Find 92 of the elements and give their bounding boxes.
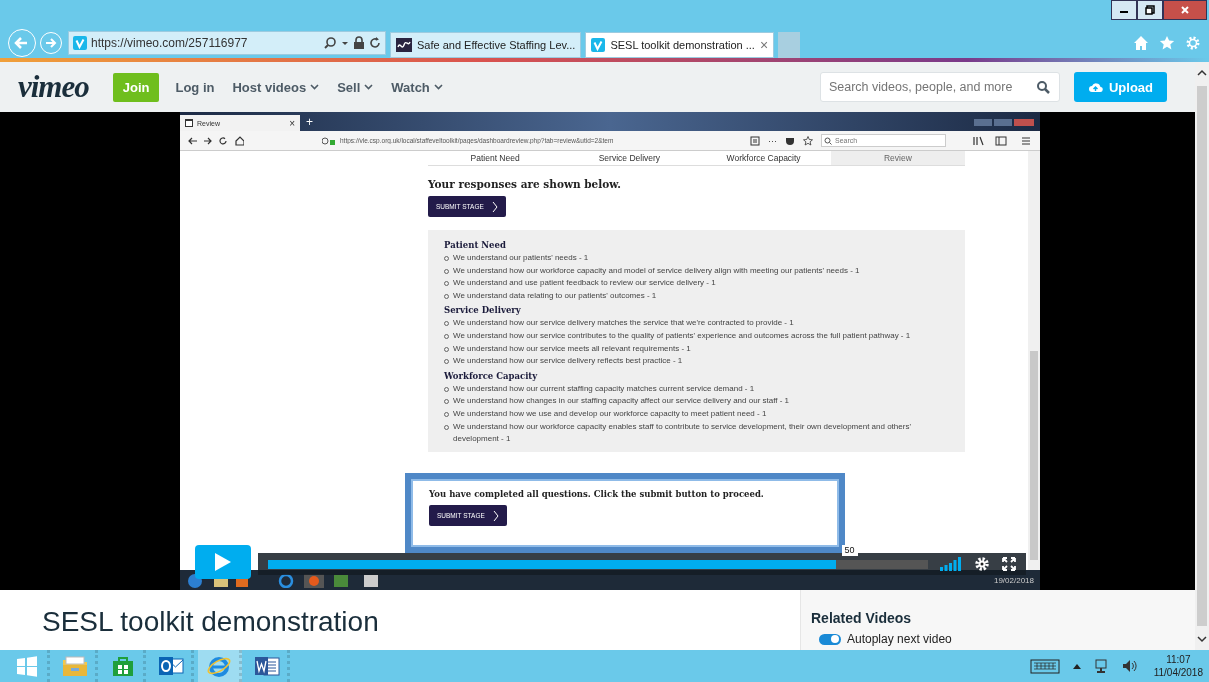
- page-tab[interactable]: Service Delivery: [562, 151, 697, 165]
- section-heading: Patient Need: [444, 239, 507, 252]
- autoplay-label: Autoplay next video: [847, 632, 952, 646]
- tab-title: Safe and Effective Staffing Lev...: [417, 39, 576, 51]
- browser-app-icon: [205, 654, 232, 678]
- forward-arrow-icon: [44, 36, 58, 50]
- response-item: We understand how our current staffing capacity matches current service demand - 1: [453, 382, 755, 395]
- volume-icon[interactable]: [940, 557, 962, 571]
- network-icon[interactable]: [1093, 658, 1110, 674]
- clock-time: 11:07: [1166, 653, 1191, 666]
- settings-icon[interactable]: [974, 556, 990, 572]
- autoplay-toggle[interactable]: [819, 633, 841, 645]
- reader-view-icon[interactable]: [750, 135, 760, 146]
- notice-text: You have completed all questions. Click the submit button to proceed.: [429, 489, 765, 499]
- search-field[interactable]: Search videos, people, and more: [819, 72, 1060, 102]
- nav-link[interactable]: Log in: [173, 79, 217, 95]
- close-button[interactable]: [1163, 0, 1207, 20]
- document-app-icon: [253, 655, 280, 677]
- tab-title: SESL toolkit demonstration ...: [610, 39, 755, 51]
- chevron-right-icon: [492, 509, 499, 522]
- response-item: We understand how our workforce capacity and model of service delivery align with meeting our patients' needs - 1: [453, 264, 860, 277]
- response-item: We understand how our service contributes to the quality of patients' experience and outcomes across the full patient pathway - 1: [453, 329, 911, 342]
- response-item: We understand how our service delivery reflects best practice - 1: [453, 355, 683, 368]
- chevron-down-icon: [433, 84, 443, 90]
- chevron-right-icon: [491, 200, 498, 213]
- refresh-icon[interactable]: [369, 36, 381, 50]
- navigation-icons-drawing[interactable]: [188, 135, 244, 146]
- clock-date: 19/02/2018: [993, 575, 1034, 585]
- chevron-down-icon: [310, 84, 320, 90]
- browser-tab[interactable]: SESL toolkit demonstration ... ×: [585, 32, 775, 58]
- response-item: We understand and use patient feedback to review our service delivery - 1: [453, 277, 716, 290]
- search-icon: [824, 136, 832, 145]
- video-title: SESL toolkit demonstration: [41, 605, 380, 639]
- new-tab-button[interactable]: +: [306, 115, 313, 129]
- page-icon: [185, 119, 193, 127]
- folder-icon: [61, 655, 88, 677]
- cloud-upload-icon: [1087, 81, 1103, 93]
- scroll-up-icon[interactable]: [1196, 68, 1208, 78]
- response-item: We understand data relating to our patients' outcomes - 1: [453, 289, 657, 302]
- tab-close-button[interactable]: ×: [759, 37, 769, 53]
- related-videos-heading: Related Videos: [811, 610, 913, 626]
- section-heading: Service Delivery: [444, 304, 522, 318]
- response-item: We understand how we use and develop our workforce capacity to meet patient need - 1: [453, 407, 767, 420]
- nav-link[interactable]: Host videos: [230, 79, 322, 95]
- lock-icon: [322, 136, 336, 145]
- volume-icon[interactable]: [1121, 658, 1138, 674]
- restore-button[interactable]: [1137, 0, 1163, 20]
- scrollbar[interactable]: [1195, 62, 1209, 650]
- site-favicon-icon: [73, 36, 87, 50]
- nav-link[interactable]: Sell: [335, 79, 376, 95]
- browser-tab[interactable]: Safe and Effective Staffing Lev...: [390, 32, 582, 58]
- response-item: We understand how our service delivery matches the service that we're contracted to provide - 1: [453, 317, 794, 330]
- lock-icon: [353, 36, 365, 50]
- response-item: We understand our patients' needs - 1: [453, 252, 589, 264]
- show-hidden-icons-icon[interactable]: [1071, 662, 1082, 670]
- nav-link[interactable]: Watch: [389, 79, 445, 95]
- fullscreen-icon[interactable]: [1002, 557, 1016, 571]
- address-bar[interactable]: https://vimeo.com/257116977: [68, 31, 386, 55]
- play-icon: [214, 552, 232, 572]
- pocket-icon[interactable]: [785, 135, 795, 146]
- wave-favicon-icon: [396, 38, 412, 52]
- close-icon: [1180, 5, 1190, 15]
- response-item: We understand how our service meets all relevant requirements - 1: [453, 342, 691, 355]
- page-tab[interactable]: Patient Need: [428, 151, 563, 165]
- site-favicon-icon: [591, 38, 606, 52]
- restore-icon: [1145, 5, 1155, 15]
- scroll-down-icon[interactable]: [1196, 634, 1208, 644]
- site-logo[interactable]: vimeo: [18, 69, 89, 105]
- section-heading: Workforce Capacity: [444, 369, 539, 383]
- page-actions-button[interactable]: ···: [768, 135, 777, 146]
- mail-app-icon: [157, 655, 184, 677]
- page-tab[interactable]: Workforce Capacity: [696, 151, 831, 165]
- play-button[interactable]: [195, 545, 251, 579]
- time-tooltip: 50: [841, 545, 858, 556]
- windows-logo-icon: [15, 655, 38, 677]
- search-icon[interactable]: [1035, 80, 1050, 94]
- chevron-down-icon: [364, 84, 374, 90]
- scrollbar[interactable]: [1028, 151, 1040, 570]
- shopping-bag-icon: [111, 655, 134, 677]
- response-item: We understand how changes in our staffing capacity affect our service delivery and our staff - 1: [453, 395, 790, 408]
- window-controls-icon: [974, 117, 1034, 127]
- dropdown-icon[interactable]: [341, 39, 349, 47]
- clock-date: 11/04/2018: [1153, 666, 1203, 679]
- star-icon[interactable]: [1159, 35, 1175, 51]
- minimize-button[interactable]: [1111, 0, 1137, 20]
- toolbar-icons-drawing[interactable]: [972, 135, 1032, 146]
- page-tab[interactable]: Review: [830, 151, 965, 165]
- search-icon[interactable]: [323, 36, 337, 50]
- page-heading: Your responses are shown below.: [428, 178, 622, 190]
- response-item: We understand how our workforce capacity enables staff to contribute to service development, their own development and others' development - 1: [453, 420, 912, 446]
- keyboard-icon[interactable]: [1029, 658, 1060, 674]
- star-icon[interactable]: [803, 135, 813, 146]
